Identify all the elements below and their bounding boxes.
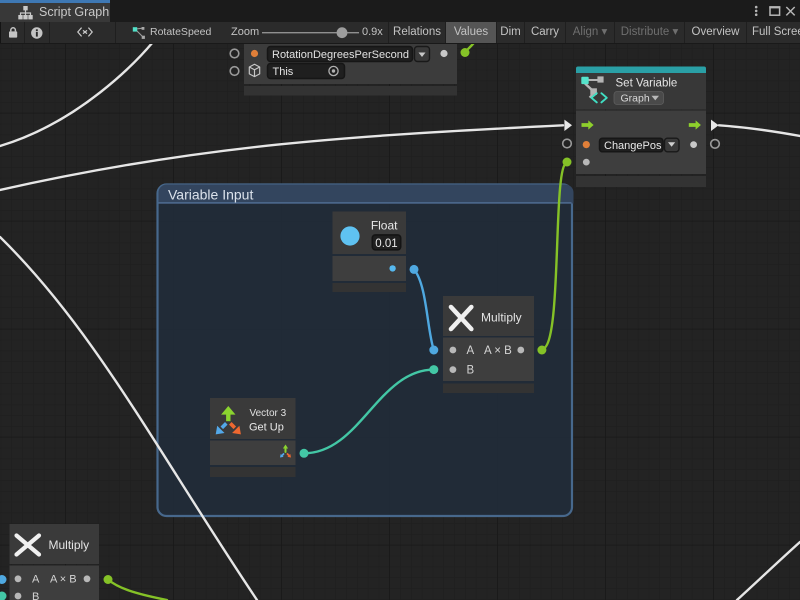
svg-text:ChangePos: ChangePos (604, 140, 662, 152)
svg-text:Multiply: Multiply (481, 311, 522, 325)
svg-text:Graph: Graph (621, 93, 650, 105)
svg-text:A × B: A × B (50, 574, 77, 586)
svg-text:Float: Float (371, 219, 398, 233)
svg-text:This: This (273, 66, 294, 78)
svg-text:Get Up: Get Up (249, 422, 284, 434)
svg-text:Set Variable: Set Variable (616, 78, 678, 90)
svg-text:A: A (32, 574, 40, 586)
svg-text:A: A (467, 345, 475, 357)
svg-text:Variable Input: Variable Input (168, 187, 253, 203)
svg-text:0.01: 0.01 (375, 238, 397, 250)
svg-text:Multiply: Multiply (49, 538, 90, 552)
svg-text:B: B (467, 364, 475, 376)
svg-text:RotationDegreesPerSecond: RotationDegreesPerSecond (272, 49, 409, 61)
svg-text:B: B (32, 591, 39, 600)
svg-text:A × B: A × B (484, 345, 512, 357)
svg-text:Vector 3: Vector 3 (250, 408, 287, 419)
